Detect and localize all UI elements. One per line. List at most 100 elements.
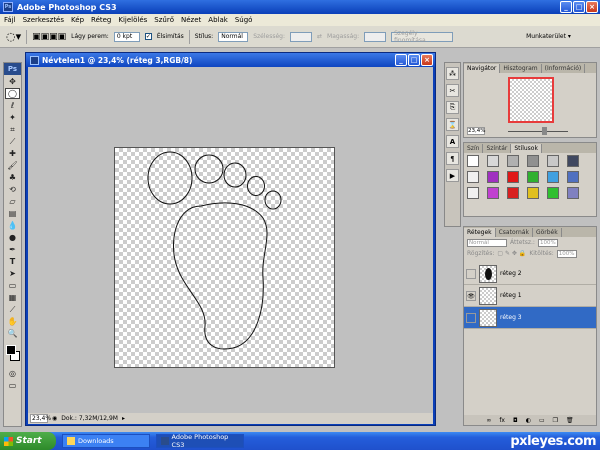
brushes-dock-icon[interactable]: ⁂ <box>446 67 459 80</box>
doc-maximize-button[interactable]: □ <box>408 54 420 66</box>
healing-brush-tool-icon[interactable]: ✚ <box>5 148 20 159</box>
link-layers-icon[interactable]: ∞ <box>486 417 491 424</box>
layer-row[interactable]: réteg 2 <box>464 263 596 285</box>
style-swatch[interactable] <box>507 155 519 167</box>
foreground-color-swatch[interactable] <box>6 345 16 355</box>
layer-mask-icon[interactable]: ◘ <box>513 417 518 424</box>
style-swatch[interactable] <box>467 155 479 167</box>
fill-input[interactable]: 100% <box>556 249 577 258</box>
doc-minimize-button[interactable]: _ <box>395 54 407 66</box>
adjustment-layer-icon[interactable]: ◐ <box>526 417 531 424</box>
style-swatch[interactable] <box>487 155 499 167</box>
document-title-bar[interactable]: Névtelen1 @ 23,4% (réteg 3,RGB/8) _ □ × <box>26 53 435 67</box>
taskbar-item-downloads[interactable]: Downloads <box>62 434 150 448</box>
screen-mode-icon[interactable]: ▭ <box>5 380 20 391</box>
tab-paths[interactable]: Görbék <box>533 228 562 237</box>
pen-tool-icon[interactable]: ✒ <box>5 244 20 255</box>
photoshop-logo[interactable]: Ps <box>4 63 21 75</box>
style-swatch[interactable] <box>567 155 579 167</box>
menu-view[interactable]: Nézet <box>181 16 201 24</box>
opacity-input[interactable]: 100% <box>537 238 558 247</box>
height-input[interactable] <box>364 31 387 42</box>
maximize-button[interactable]: □ <box>573 1 585 13</box>
tab-swatches[interactable]: Színtár <box>483 144 512 153</box>
eraser-tool-icon[interactable]: ▱ <box>5 196 20 207</box>
layer-visibility-toggle[interactable] <box>466 312 476 323</box>
layer-comps-dock-icon[interactable]: ⎘ <box>446 101 459 114</box>
type-tool-icon[interactable]: T <box>5 256 20 267</box>
blend-mode-select[interactable]: Normál <box>467 238 507 247</box>
layer-style-icon[interactable]: fx <box>499 417 505 424</box>
magic-wand-tool-icon[interactable]: ✦ <box>5 112 20 123</box>
hand-tool-icon[interactable]: ✋ <box>5 316 20 327</box>
style-swatch[interactable] <box>527 171 539 183</box>
doc-info-icon[interactable]: ◉ <box>52 415 57 422</box>
menu-filter[interactable]: Szűrő <box>154 16 174 24</box>
style-swatch[interactable] <box>467 171 479 183</box>
gradient-tool-icon[interactable]: ▤ <box>5 208 20 219</box>
blur-tool-icon[interactable]: 💧 <box>5 220 20 231</box>
style-swatch[interactable] <box>487 171 499 183</box>
navigator-zoom-field[interactable]: 23,4% <box>467 127 485 135</box>
style-swatch[interactable] <box>527 187 539 199</box>
tool-presets-dock-icon[interactable]: ✂ <box>446 84 459 97</box>
width-input[interactable] <box>289 31 312 42</box>
close-button[interactable]: × <box>586 1 598 13</box>
antialias-checkbox[interactable]: ✓ <box>144 33 152 40</box>
menu-layer[interactable]: Réteg <box>91 16 111 24</box>
eyedropper-tool-icon[interactable]: ⟋ <box>5 304 20 315</box>
style-swatch[interactable] <box>487 187 499 199</box>
quick-mask-icon[interactable]: ◎ <box>5 368 20 379</box>
style-swatch[interactable] <box>547 155 559 167</box>
menu-file[interactable]: Fájl <box>4 16 16 24</box>
tab-info[interactable]: (Információ) <box>542 64 586 73</box>
doc-status-menu-icon[interactable]: ▸ <box>122 415 125 422</box>
shape-tool-icon[interactable]: ▭ <box>5 280 20 291</box>
doc-zoom-field[interactable]: 23,4% <box>30 414 51 423</box>
style-swatch[interactable] <box>527 155 539 167</box>
crop-tool-icon[interactable]: ⌗ <box>5 124 20 135</box>
layer-visibility-toggle[interactable] <box>466 268 476 279</box>
new-group-icon[interactable]: ▭ <box>539 417 545 424</box>
doc-close-button[interactable]: × <box>421 54 433 66</box>
notes-tool-icon[interactable]: ▦ <box>5 292 20 303</box>
clone-stamp-tool-icon[interactable]: ♣ <box>5 172 20 183</box>
refine-edge-button[interactable]: Szegély finomítása... <box>391 30 454 44</box>
style-swatch[interactable] <box>567 171 579 183</box>
tab-color[interactable]: Szín <box>464 144 484 153</box>
tab-histogram[interactable]: Hisztogram <box>500 64 542 73</box>
style-swatch[interactable] <box>547 187 559 199</box>
lock-icons[interactable]: ▢ ✎ ✥ 🔒 <box>497 250 526 257</box>
layer-row[interactable]: 👁 réteg 1 <box>464 285 596 307</box>
menu-help[interactable]: Súgó <box>235 16 253 24</box>
layer-row[interactable]: réteg 3 <box>464 307 596 329</box>
paragraph-dock-icon[interactable]: ¶ <box>446 152 459 165</box>
history-dock-icon[interactable]: ⌛ <box>446 118 459 131</box>
actions-dock-icon[interactable]: ▶ <box>446 169 459 182</box>
style-swatch[interactable] <box>507 171 519 183</box>
navigator-zoom-slider[interactable] <box>508 131 568 132</box>
tab-navigator[interactable]: Navigátor <box>464 64 501 73</box>
character-dock-icon[interactable]: A <box>446 135 459 148</box>
navigator-zoom-slider-handle[interactable] <box>542 127 547 135</box>
eye-icon[interactable]: 👁 <box>466 290 476 301</box>
style-swatch[interactable] <box>467 187 479 199</box>
style-select[interactable]: Normál <box>218 31 249 42</box>
path-selection-tool-icon[interactable]: ➤ <box>5 268 20 279</box>
swap-icon[interactable]: ⇄ <box>317 33 322 40</box>
tab-styles[interactable]: Stílusok <box>511 144 542 153</box>
style-swatch[interactable] <box>547 171 559 183</box>
minimize-button[interactable]: _ <box>560 1 572 13</box>
elliptical-marquee-tool-icon[interactable]: ◯ <box>5 88 20 99</box>
navigator-thumbnail[interactable] <box>508 77 554 123</box>
dodge-tool-icon[interactable]: ● <box>5 232 20 243</box>
new-layer-icon[interactable]: ❐ <box>553 417 558 424</box>
menu-image[interactable]: Kép <box>71 16 84 24</box>
style-swatch[interactable] <box>507 187 519 199</box>
image-canvas[interactable] <box>114 147 335 368</box>
menu-window[interactable]: Ablak <box>208 16 228 24</box>
elliptical-marquee-preset-icon[interactable]: ◌▾ <box>6 30 21 43</box>
slice-tool-icon[interactable]: ⟋ <box>5 136 20 147</box>
menu-edit[interactable]: Szerkesztés <box>23 16 64 24</box>
workspace-button[interactable]: Munkaterület ▾ <box>526 33 571 40</box>
